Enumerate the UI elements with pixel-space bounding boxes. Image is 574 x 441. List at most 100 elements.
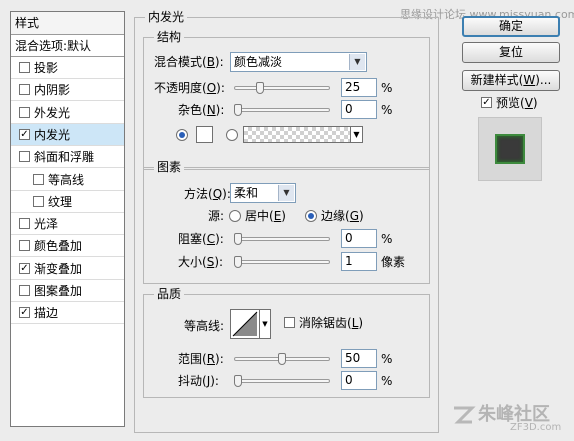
style-item[interactable]: 光泽 [11, 213, 124, 236]
choke-unit: % [381, 232, 393, 246]
style-item-label: 斜面和浮雕 [34, 150, 95, 165]
blend-mode-label: 混合模式(B): [154, 55, 224, 69]
gradient-dropdown-button[interactable]: ▼ [351, 126, 363, 143]
jitter-slider[interactable] [234, 375, 330, 387]
structure-title: 结构 [154, 30, 185, 44]
choke-slider[interactable] [234, 233, 330, 245]
source-edge-label[interactable]: 边缘(G) [321, 208, 364, 224]
jitter-slider-thumb[interactable] [234, 375, 242, 387]
chevron-down-icon: ▼ [262, 320, 268, 328]
style-item-checkbox[interactable] [19, 285, 30, 296]
contour-linear-icon [232, 311, 258, 337]
style-item[interactable]: 投影 [11, 57, 124, 79]
noise-slider[interactable] [234, 104, 330, 116]
blend-mode-select[interactable]: 颜色减淡 ▼ [230, 52, 367, 72]
opacity-label: 不透明度(O): [154, 81, 225, 95]
style-item-checkbox[interactable] [33, 173, 44, 185]
contour-dropdown-button[interactable]: ▼ [260, 309, 271, 339]
preview-box [478, 117, 542, 181]
source-label: 源: [208, 209, 225, 223]
size-slider[interactable] [234, 256, 330, 268]
antialias-label[interactable]: 消除锯齿(L) [299, 315, 363, 331]
style-item[interactable]: ✓ 描边 [11, 302, 124, 325]
style-item-label: 纹理 [48, 194, 73, 209]
preview-swatch [495, 134, 525, 164]
styles-list: 样式 混合选项:默认 投影内阴影外发光 ✓ 内发光斜面和浮雕等高线纹理光泽颜色叠加 ✓… [10, 11, 125, 427]
style-item-checkbox[interactable] [19, 240, 30, 252]
style-item-checkbox[interactable]: ✓ [19, 128, 30, 140]
chevron-down-icon: ▼ [278, 185, 294, 201]
jitter-label: 抖动(J): [178, 374, 219, 388]
solid-color-radio[interactable] [176, 129, 188, 141]
structure-group: 结构 混合模式(B): 颜色减淡 ▼ 不透明度(O): 25 % 杂色(N): … [143, 30, 430, 170]
method-value: 柔和 [234, 186, 259, 200]
style-item[interactable]: 内阴影 [11, 79, 124, 102]
range-slider-thumb[interactable] [278, 353, 286, 365]
style-item-label: 描边 [34, 306, 59, 321]
range-slider[interactable] [234, 353, 330, 365]
style-item-label: 内发光 [34, 127, 71, 142]
style-item-checkbox[interactable] [33, 195, 44, 207]
style-item[interactable]: 斜面和浮雕 [11, 146, 124, 169]
style-item-checkbox[interactable] [19, 151, 30, 163]
blend-options-item[interactable]: 混合选项:默认 [11, 35, 124, 57]
style-item[interactable]: ✓ 内发光 [11, 123, 124, 146]
source-center-label[interactable]: 居中(E) [245, 208, 286, 224]
logo-icon [454, 406, 476, 424]
noise-slider-thumb[interactable] [234, 104, 242, 116]
glow-color-swatch[interactable] [196, 126, 213, 143]
size-input[interactable]: 1 [341, 252, 377, 271]
preview-checkbox[interactable]: ✓ [481, 97, 492, 108]
opacity-input[interactable]: 25 [341, 78, 377, 97]
opacity-unit: % [381, 81, 393, 95]
style-item[interactable]: ✓ 渐变叠加 [11, 258, 124, 280]
style-item[interactable]: 外发光 [11, 102, 124, 124]
size-unit: 像素 [381, 255, 406, 269]
opacity-slider[interactable] [234, 82, 330, 94]
style-item-label: 渐变叠加 [34, 261, 83, 276]
ok-button[interactable]: 确定 [462, 16, 560, 37]
style-item-label: 颜色叠加 [34, 239, 83, 254]
watermark-logo: 朱峰社区 ZF3D.com [450, 398, 570, 438]
range-input[interactable]: 50 [341, 349, 377, 368]
reset-button[interactable]: 复位 [462, 42, 560, 63]
gradient-radio[interactable] [226, 129, 238, 141]
style-item[interactable]: 纹理 [11, 191, 124, 213]
inner-glow-panel: 内发光 结构 混合模式(B): 颜色减淡 ▼ 不透明度(O): 25 % 杂色(… [134, 10, 439, 433]
quality-title: 品质 [154, 287, 185, 301]
style-item-checkbox[interactable] [19, 106, 30, 118]
preview-label[interactable]: 预览(V) [496, 95, 538, 111]
source-center-radio[interactable] [229, 210, 241, 222]
antialias-checkbox[interactable] [284, 317, 295, 328]
style-item-checkbox[interactable]: ✓ [19, 307, 30, 319]
method-select[interactable]: 柔和 ▼ [230, 183, 296, 203]
style-item[interactable]: 颜色叠加 [11, 235, 124, 258]
opacity-slider-thumb[interactable] [256, 82, 264, 94]
noise-label: 杂色(N): [178, 103, 225, 117]
style-item-checkbox[interactable] [19, 62, 30, 73]
choke-label: 阻塞(C): [178, 232, 224, 246]
styles-header: 样式 [11, 12, 124, 35]
size-label: 大小(S): [178, 255, 224, 269]
new-style-button[interactable]: 新建样式(W)... [462, 70, 560, 91]
jitter-unit: % [381, 374, 393, 388]
style-item-label: 投影 [34, 61, 59, 75]
inner-glow-title: 内发光 [145, 10, 188, 24]
size-slider-thumb[interactable] [234, 256, 242, 268]
style-item-label: 外发光 [34, 105, 71, 120]
range-unit: % [381, 352, 393, 366]
contour-picker[interactable] [230, 309, 260, 339]
style-item-checkbox[interactable]: ✓ [19, 262, 30, 274]
method-label: 方法(Q): [184, 187, 231, 201]
choke-input[interactable]: 0 [341, 229, 377, 248]
noise-input[interactable]: 0 [341, 100, 377, 119]
chevron-down-icon: ▼ [349, 54, 365, 70]
choke-slider-thumb[interactable] [234, 233, 242, 245]
style-item-checkbox[interactable] [19, 84, 30, 96]
style-item[interactable]: 等高线 [11, 169, 124, 191]
style-item-checkbox[interactable] [19, 218, 30, 230]
gradient-picker[interactable] [243, 126, 351, 143]
jitter-input[interactable]: 0 [341, 371, 377, 390]
style-item[interactable]: 图案叠加 [11, 280, 124, 302]
source-edge-radio[interactable] [305, 210, 317, 222]
